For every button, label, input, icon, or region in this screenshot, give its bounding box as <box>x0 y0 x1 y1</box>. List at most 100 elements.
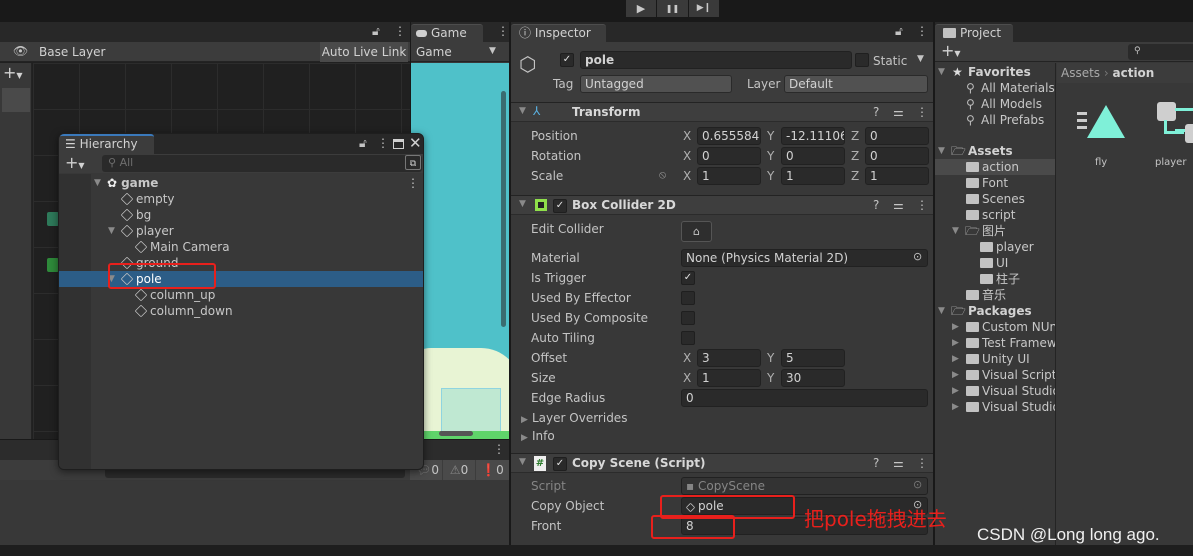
error-count-toggle[interactable]: ❗0 <box>476 460 509 480</box>
help-icon[interactable]: ? <box>873 198 879 212</box>
tab-game[interactable]: Game <box>411 24 483 42</box>
static-dropdown-icon[interactable]: ▼ <box>917 54 924 64</box>
foldout-arrow-icon[interactable]: ▼ <box>108 223 119 239</box>
hierarchy-item[interactable]: column_down <box>59 303 423 319</box>
breadcrumb-assets[interactable]: Assets <box>1061 66 1100 80</box>
foldout-arrow-icon[interactable]: ▼ <box>519 457 530 467</box>
asset-player[interactable]: player <box>1155 100 1193 168</box>
horizontal-scrollbar[interactable] <box>439 431 473 436</box>
material-field[interactable]: None (Physics Material 2D) <box>681 249 928 267</box>
foldout-arrow-icon[interactable]: ▶ <box>952 399 963 415</box>
eye-icon[interactable]: 👁︎ <box>13 44 28 58</box>
presets-icon[interactable]: ⚌ <box>893 105 904 119</box>
hierarchy-item[interactable]: bg <box>59 207 423 223</box>
project-tree-item[interactable]: ▶ Visual Studio <box>935 399 1055 415</box>
foldout-arrow-icon[interactable]: ▶ <box>952 351 963 367</box>
box-collider-header[interactable]: ▼ ✓ Box Collider 2D ? ⚌ ⋮ <box>511 195 933 215</box>
size-x-field[interactable]: 1 <box>697 369 761 387</box>
position-x-field[interactable]: 0.6555846 <box>697 127 761 145</box>
game-view[interactable] <box>411 63 509 439</box>
foldout-arrow-icon[interactable]: ▶ <box>952 319 963 335</box>
active-checkbox[interactable]: ✓ <box>560 53 574 67</box>
tab-project[interactable]: Project <box>935 24 1013 42</box>
hierarchy-item[interactable]: ▼ ✿ game ⋮ <box>59 175 423 191</box>
project-tree-item[interactable]: 音乐 <box>935 287 1055 303</box>
size-y-field[interactable]: 30 <box>781 369 845 387</box>
constrain-proportions-icon[interactable]: ⦸ <box>659 168 666 182</box>
scale-y-field[interactable]: 1 <box>781 167 845 185</box>
tab-inspector[interactable]: ⓘ Inspector <box>511 24 606 42</box>
project-tree-item[interactable]: ▶ Custom NUnit <box>935 319 1055 335</box>
foldout-arrow-icon[interactable]: ▶ <box>952 367 963 383</box>
project-tree-item[interactable]: ▼ 🗁︎ Packages <box>935 303 1055 319</box>
project-tree-item[interactable]: action <box>935 159 1055 175</box>
more-menu-icon[interactable]: ⋮ <box>377 136 389 150</box>
scene-search-icon[interactable]: ⧉ <box>405 155 421 170</box>
static-checkbox[interactable] <box>855 53 869 67</box>
offset-y-field[interactable]: 5 <box>781 349 845 367</box>
hierarchy-item[interactable]: column_up <box>59 287 423 303</box>
play-button[interactable]: ▶ <box>626 0 656 17</box>
project-tree-item[interactable]: ⚲ All Materials <box>935 80 1055 96</box>
project-tree-item[interactable]: ⚲ All Prefabs <box>935 112 1055 128</box>
project-tree-item[interactable]: 柱子 <box>935 271 1055 287</box>
position-y-field[interactable]: -12.11106 <box>781 127 845 145</box>
foldout-arrow-icon[interactable]: ▼ <box>519 106 530 116</box>
breadcrumb-action[interactable]: action <box>1113 66 1155 80</box>
more-menu-icon[interactable]: ⋮ <box>916 105 928 119</box>
lock-icon[interactable]: 🔓︎ <box>372 24 380 39</box>
edit-collider-button[interactable]: ⌂ <box>681 221 712 242</box>
transform-header[interactable]: ▼ ⅄ Transform ? ⚌ ⋮ <box>511 102 933 122</box>
presets-icon[interactable]: ⚌ <box>893 456 904 470</box>
project-tree-item[interactable]: Scenes <box>935 191 1055 207</box>
add-layer-button[interactable]: +▼ <box>3 63 23 82</box>
maximize-icon[interactable] <box>393 139 404 149</box>
foldout-arrow-icon[interactable]: ▼ <box>519 199 530 209</box>
project-tree-item[interactable]: ⚲ All Models <box>935 96 1055 112</box>
layer-overrides-foldout[interactable]: ▶ Layer Overrides <box>521 411 627 425</box>
copy-scene-enabled-checkbox[interactable]: ✓ <box>553 457 567 471</box>
pause-button[interactable]: ❚❚ <box>657 0 688 17</box>
rotation-z-field[interactable]: 0 <box>865 147 929 165</box>
project-tree-item[interactable]: ▼ ★ Favorites <box>935 64 1055 80</box>
foldout-arrow-icon[interactable]: ▼ <box>938 64 949 80</box>
rotation-x-field[interactable]: 0 <box>697 147 761 165</box>
box-collider-enabled-checkbox[interactable]: ✓ <box>553 199 567 213</box>
more-menu-icon[interactable]: ⋮ <box>394 24 406 38</box>
hierarchy-item[interactable]: Main Camera <box>59 239 423 255</box>
foldout-arrow-icon[interactable]: ▶ <box>952 335 963 351</box>
warning-count-toggle[interactable]: ⚠0 <box>443 460 475 480</box>
project-tree-item[interactable]: ▼ 🗁︎ Assets <box>935 143 1055 159</box>
foldout-arrow-icon[interactable]: ▼ <box>938 143 949 159</box>
project-tree-item[interactable]: script <box>935 207 1055 223</box>
hierarchy-item[interactable]: ▼ player <box>59 223 423 239</box>
used-by-effector-checkbox[interactable] <box>681 291 695 305</box>
foldout-arrow-icon[interactable]: ▶ <box>952 383 963 399</box>
project-search-input[interactable]: ⚲ <box>1128 44 1193 60</box>
more-menu-icon[interactable]: ⋮ <box>493 442 505 456</box>
project-tree-item[interactable]: ▶ Visual Studio <box>935 383 1055 399</box>
rotation-y-field[interactable]: 0 <box>781 147 845 165</box>
tag-dropdown[interactable]: Untagged <box>580 75 732 93</box>
more-menu-icon[interactable]: ⋮ <box>916 456 928 470</box>
used-by-composite-checkbox[interactable] <box>681 311 695 325</box>
lock-icon[interactable]: 🔓︎ <box>359 136 367 151</box>
layer-breadcrumb[interactable]: Base Layer <box>39 45 106 59</box>
auto-live-link-button[interactable]: Auto Live Link <box>320 42 408 62</box>
help-icon[interactable]: ? <box>873 456 879 470</box>
edge-radius-field[interactable]: 0 <box>681 389 928 407</box>
copy-scene-header[interactable]: ▼ # ✓ Copy Scene (Script) ? ⚌ ⋮ <box>511 453 933 473</box>
more-menu-icon[interactable]: ⋮ <box>407 175 419 191</box>
foldout-arrow-icon[interactable]: ▼ <box>952 223 963 239</box>
layer-slot[interactable] <box>2 88 30 112</box>
close-icon[interactable]: ✕ <box>409 134 422 152</box>
name-field[interactable]: pole <box>580 51 852 69</box>
project-tree-item[interactable]: UI <box>935 255 1055 271</box>
more-menu-icon[interactable]: ⋮ <box>916 24 928 38</box>
more-menu-icon[interactable]: ⋮ <box>497 24 509 38</box>
hierarchy-item[interactable]: empty <box>59 191 423 207</box>
project-tree-item[interactable]: player <box>935 239 1055 255</box>
project-tree-item[interactable]: ▼ 🗁︎ 图片 <box>935 223 1055 239</box>
project-tree-item[interactable]: ▶ Unity UI <box>935 351 1055 367</box>
create-button[interactable]: +▼ <box>941 41 961 60</box>
